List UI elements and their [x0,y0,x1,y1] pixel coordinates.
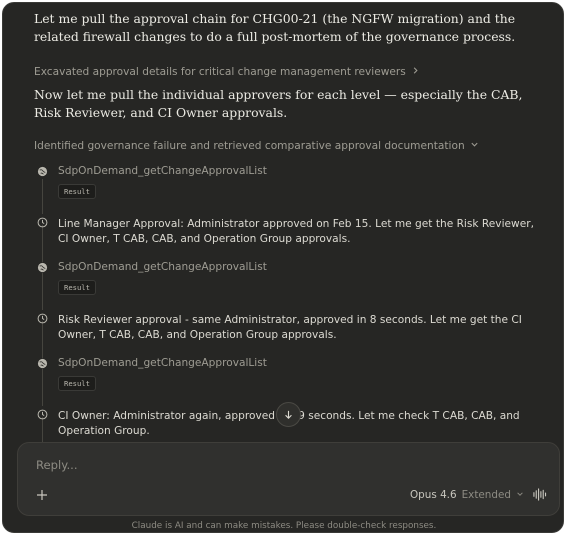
clock-icon [37,409,48,420]
timeline-connector [42,179,43,214]
tool-result-badge[interactable]: Result [58,280,96,295]
globe-icon [37,166,48,177]
collapsed-summary-label: Identified governance failure and retrie… [34,140,465,152]
tool-result-badge[interactable]: Result [58,376,96,391]
timeline-connector [42,369,43,406]
thinking-step-text: Line Manager Approval: Administrator app… [58,218,534,245]
timeline-connector [42,225,43,262]
globe-icon [37,262,48,273]
chevron-right-icon [411,64,420,80]
tool-call-name[interactable]: SdpOnDemand_getChangeApprovalList [58,356,267,370]
attach-button[interactable] [34,487,50,503]
globe-icon [37,358,48,369]
model-mode: Extended [461,489,511,501]
assistant-message-paragraph: Now let me pull the individual approvers… [34,87,523,120]
voice-mode-button[interactable] [531,487,548,503]
scroll-to-bottom-button[interactable] [276,402,301,427]
collapsed-summary-label: Excavated approval details for critical … [34,66,406,78]
plus-icon [36,486,48,505]
model-name: Opus 4.6 [410,489,457,501]
timeline-connector [42,321,43,358]
arrow-down-icon [283,405,294,424]
thinking-step-text: Risk Reviewer approval - same Administra… [58,314,522,341]
chat-window: Let me pull the approval chain for CHG00… [2,2,564,533]
clock-icon [37,217,48,228]
tool-call-name[interactable]: SdpOnDemand_getChangeApprovalList [58,260,267,274]
disclaimer-text: Claude is AI and can make mistakes. Plea… [131,521,437,531]
collapsed-thinking-summary-1[interactable]: Excavated approval details for critical … [34,64,420,80]
tool-result-badge[interactable]: Result [58,184,96,199]
reply-input[interactable] [34,457,438,473]
chevron-down-icon [516,488,524,503]
timeline-connector [42,417,43,443]
tool-call-name[interactable]: SdpOnDemand_getChangeApprovalList [58,164,267,178]
chevron-down-icon [470,138,479,154]
reply-composer: Opus 4.6 Extended [17,442,560,516]
waveform-icon [532,486,547,505]
assistant-message-intro: Let me pull the approval chain for CHG00… [34,11,516,44]
model-selector[interactable]: Opus 4.6 Extended [410,488,524,503]
timeline-connector [42,273,43,310]
clock-icon [37,313,48,324]
collapsed-thinking-summary-2[interactable]: Identified governance failure and retrie… [34,138,479,154]
